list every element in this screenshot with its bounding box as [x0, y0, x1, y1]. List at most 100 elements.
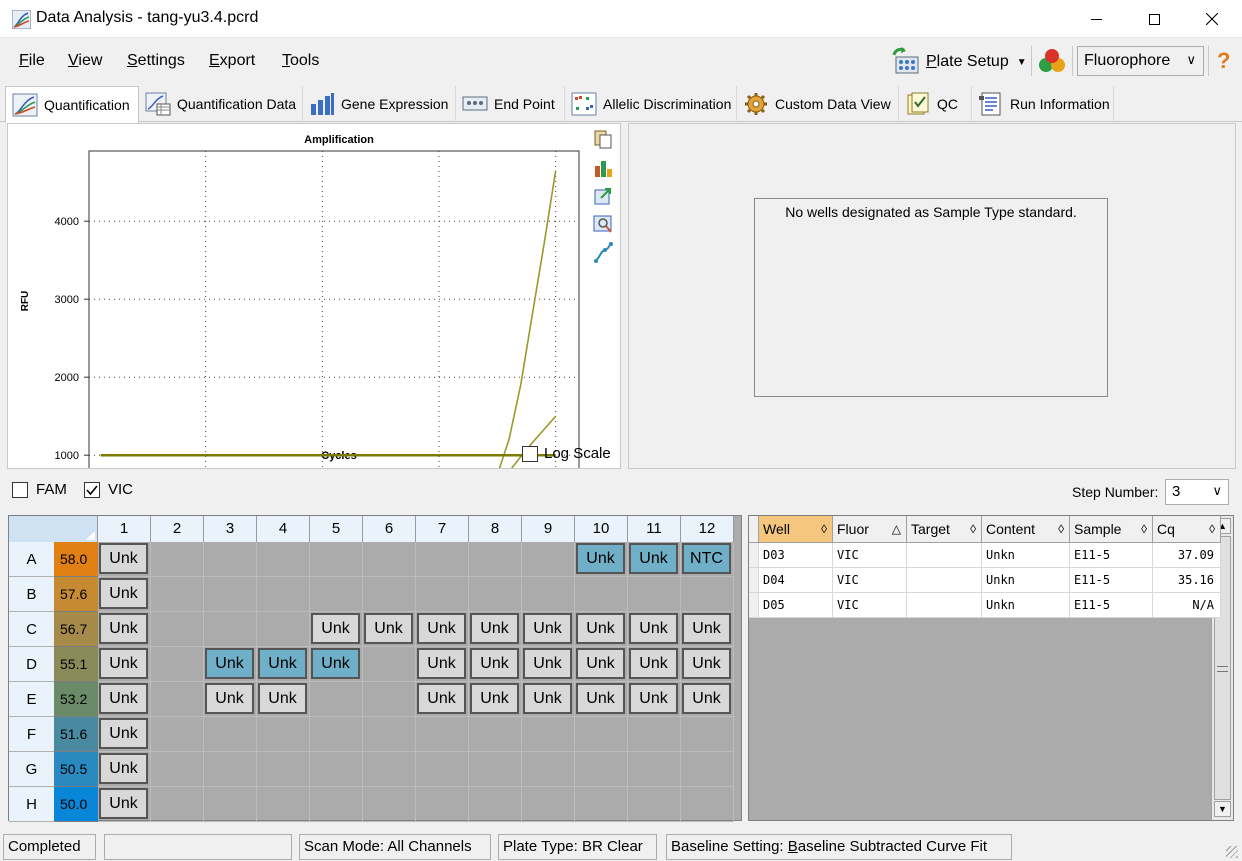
plate-cell[interactable]: Unk: [628, 647, 681, 682]
column-header-cq[interactable]: Cq ◊: [1153, 516, 1221, 543]
well-C1[interactable]: Unk: [99, 613, 148, 644]
close-button[interactable]: [1183, 0, 1241, 38]
plate-cell[interactable]: [204, 577, 257, 612]
plate-cell[interactable]: [522, 577, 575, 612]
column-header-target[interactable]: Target ◊: [907, 516, 982, 543]
log-scale-checkbox[interactable]: [522, 446, 538, 462]
well-C7[interactable]: Unk: [417, 613, 466, 644]
plate-cell[interactable]: [204, 612, 257, 647]
plate-cell[interactable]: Unk: [310, 612, 363, 647]
resize-grip-icon[interactable]: [1226, 846, 1238, 858]
well-E10[interactable]: Unk: [576, 683, 625, 714]
column-header[interactable]: 6: [363, 516, 416, 542]
table-cell[interactable]: Unkn: [982, 568, 1070, 593]
table-cell[interactable]: N/A: [1153, 593, 1221, 618]
plate-cell[interactable]: [681, 787, 734, 822]
column-header[interactable]: 5: [310, 516, 363, 542]
plate-cell[interactable]: Unk: [522, 682, 575, 717]
tab-run-information[interactable]: Run Information: [972, 86, 1114, 122]
plate-cell[interactable]: [416, 787, 469, 822]
row-selector[interactable]: [749, 568, 759, 593]
row-header[interactable]: H: [9, 787, 54, 822]
well-A10[interactable]: Unk: [576, 543, 625, 574]
plate-cell[interactable]: Unk: [98, 682, 151, 717]
table-cell[interactable]: E11-5: [1070, 593, 1153, 618]
well-D8[interactable]: Unk: [470, 648, 519, 679]
table-cell[interactable]: VIC: [833, 593, 907, 618]
well-D7[interactable]: Unk: [417, 648, 466, 679]
menu-settings[interactable]: Settings: [127, 52, 185, 70]
well-E8[interactable]: Unk: [470, 683, 519, 714]
table-cell[interactable]: [907, 593, 982, 618]
row-header[interactable]: G: [9, 752, 54, 787]
plate-cell[interactable]: Unk: [257, 682, 310, 717]
plate-cell[interactable]: [681, 752, 734, 787]
table-cell[interactable]: D03: [759, 543, 833, 568]
column-header-content[interactable]: Content ◊: [982, 516, 1070, 543]
table-cell[interactable]: 35.16: [1153, 568, 1221, 593]
zoom-chart-icon[interactable]: [593, 214, 613, 234]
plate-cell[interactable]: NTC: [681, 542, 734, 577]
plate-cell[interactable]: Unk: [416, 647, 469, 682]
plate-cell[interactable]: [257, 752, 310, 787]
well-C10[interactable]: Unk: [576, 613, 625, 644]
well-C8[interactable]: Unk: [470, 613, 519, 644]
well-B1[interactable]: Unk: [99, 578, 148, 609]
plate-cell[interactable]: [469, 717, 522, 752]
menu-tools[interactable]: Tools: [282, 52, 319, 70]
plate-cell[interactable]: Unk: [575, 542, 628, 577]
plate-cell[interactable]: [469, 787, 522, 822]
plate-cell[interactable]: Unk: [628, 542, 681, 577]
plate-cell[interactable]: [151, 612, 204, 647]
plate-cell[interactable]: Unk: [310, 647, 363, 682]
menu-export[interactable]: Export: [209, 52, 255, 70]
plate-cell[interactable]: [628, 577, 681, 612]
column-header[interactable]: 12: [681, 516, 734, 542]
minimize-button[interactable]: [1067, 0, 1125, 38]
curve-fit-icon[interactable]: [593, 242, 613, 264]
plate-setup-button[interactable]: Plate Setup ▼: [890, 45, 1027, 79]
column-header[interactable]: 2: [151, 516, 204, 542]
well-D4[interactable]: Unk: [258, 648, 307, 679]
well-A1[interactable]: Unk: [99, 543, 148, 574]
plate-cell[interactable]: Unk: [98, 752, 151, 787]
plate-cell[interactable]: [151, 752, 204, 787]
plate-cell[interactable]: [310, 787, 363, 822]
help-icon[interactable]: ?: [1217, 48, 1230, 74]
menu-file[interactable]: File: [19, 52, 45, 70]
tab-gene-expression[interactable]: Gene Expression: [303, 86, 456, 122]
tab-allelic-discrimination[interactable]: Allelic Discrimination: [565, 86, 737, 122]
plate-cell[interactable]: [310, 752, 363, 787]
plate-cell[interactable]: [363, 787, 416, 822]
well-G1[interactable]: Unk: [99, 753, 148, 784]
well-C6[interactable]: Unk: [364, 613, 413, 644]
column-header[interactable]: 11: [628, 516, 681, 542]
plate-cell[interactable]: [522, 787, 575, 822]
table-cell[interactable]: D05: [759, 593, 833, 618]
plate-cell[interactable]: Unk: [363, 612, 416, 647]
plate-cell[interactable]: [204, 787, 257, 822]
plate-cell[interactable]: Unk: [416, 682, 469, 717]
well-C9[interactable]: Unk: [523, 613, 572, 644]
well-H1[interactable]: Unk: [99, 788, 148, 819]
plate-cell[interactable]: [416, 577, 469, 612]
plate-cell[interactable]: [257, 612, 310, 647]
well-A12[interactable]: NTC: [682, 543, 731, 574]
plate-cell[interactable]: [310, 682, 363, 717]
plate-cell[interactable]: [522, 717, 575, 752]
well-D9[interactable]: Unk: [523, 648, 572, 679]
plate-cell[interactable]: Unk: [575, 682, 628, 717]
tab-end-point[interactable]: End Point: [456, 86, 565, 122]
row-header[interactable]: E: [9, 682, 54, 717]
plate-cell[interactable]: [257, 787, 310, 822]
plate-cell[interactable]: Unk: [98, 647, 151, 682]
well-D10[interactable]: Unk: [576, 648, 625, 679]
plate-cell[interactable]: [151, 647, 204, 682]
column-header[interactable]: 4: [257, 516, 310, 542]
well-D12[interactable]: Unk: [682, 648, 731, 679]
plate-cell[interactable]: [310, 577, 363, 612]
row-selector[interactable]: [749, 543, 759, 568]
plate-cell[interactable]: Unk: [98, 542, 151, 577]
plate-cell[interactable]: [310, 542, 363, 577]
plate-cell[interactable]: Unk: [257, 647, 310, 682]
